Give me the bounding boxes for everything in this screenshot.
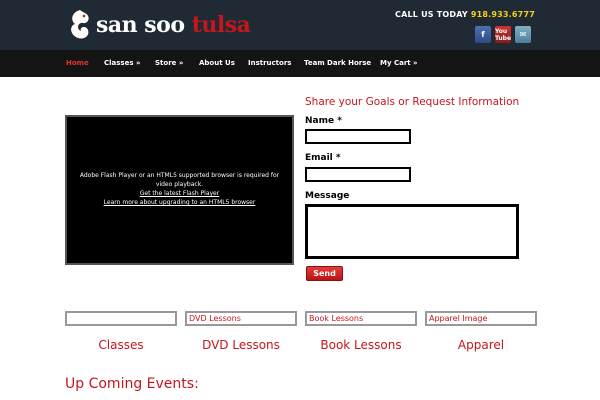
upcoming-events-heading: Up Coming Events: — [65, 376, 199, 392]
site-header: san soo tulsa CALL US TODAY 918.933.6777… — [0, 0, 600, 50]
call-label: CALL US TODAY — [395, 10, 468, 19]
phone-number[interactable]: 918.933.6777 — [471, 10, 535, 19]
email-icon[interactable]: ✉ — [515, 26, 531, 43]
social-links: f You Tube ✉ — [475, 26, 531, 43]
message-field[interactable] — [305, 204, 519, 259]
nav-item-store[interactable]: Store » — [155, 59, 183, 67]
name-field[interactable] — [305, 129, 411, 144]
message-label: Message — [305, 191, 350, 201]
email-field[interactable] — [305, 167, 411, 182]
facebook-icon[interactable]: f — [475, 26, 491, 43]
call-us: CALL US TODAY 918.933.6777 — [395, 10, 535, 19]
send-button[interactable]: Send — [306, 266, 343, 281]
email-label: Email * — [305, 153, 341, 163]
dragon-logo-icon — [71, 10, 89, 39]
nav-item-home[interactable]: Home — [66, 59, 89, 67]
site-logo[interactable]: san soo tulsa — [66, 6, 256, 44]
apparel-image[interactable]: Apparel Image — [425, 311, 537, 326]
html5-upgrade-link[interactable]: Learn more about upgrading to an HTML5 b… — [73, 198, 286, 207]
flash-player-link[interactable]: Get the latest Flash Player — [73, 189, 286, 198]
nav-item-classes[interactable]: Classes » — [104, 59, 140, 67]
nav-item-my-cart[interactable]: My Cart » — [380, 59, 418, 67]
classes-link[interactable]: Classes — [65, 338, 177, 352]
video-player[interactable]: Adobe Flash Player or an HTML5 supported… — [65, 115, 294, 265]
nav-item-instructors[interactable]: Instructors — [248, 59, 291, 67]
form-title: Share your Goals or Request Information — [305, 96, 520, 108]
book-lessons-image[interactable]: Book Lessons — [305, 311, 417, 326]
video-message: Adobe Flash Player or an HTML5 supported… — [79, 172, 280, 188]
main-nav: Home Classes » Store » About Us Instruct… — [0, 50, 600, 77]
dvd-lessons-image[interactable]: DVD Lessons — [185, 311, 297, 326]
nav-item-team-dark-horse[interactable]: Team Dark Horse — [304, 59, 371, 67]
name-label: Name * — [305, 116, 342, 126]
classes-image[interactable] — [65, 311, 177, 326]
nav-item-about-us[interactable]: About Us — [199, 59, 235, 67]
apparel-link[interactable]: Apparel — [425, 338, 537, 352]
logo-wordmark: san soo tulsa — [96, 12, 251, 38]
logo-wordmark-accent: tulsa — [191, 12, 251, 38]
book-lessons-link[interactable]: Book Lessons — [305, 338, 417, 352]
youtube-icon[interactable]: You Tube — [495, 26, 511, 43]
video-fallback-message: Adobe Flash Player or an HTML5 supported… — [67, 171, 292, 207]
dvd-lessons-link[interactable]: DVD Lessons — [185, 338, 297, 352]
